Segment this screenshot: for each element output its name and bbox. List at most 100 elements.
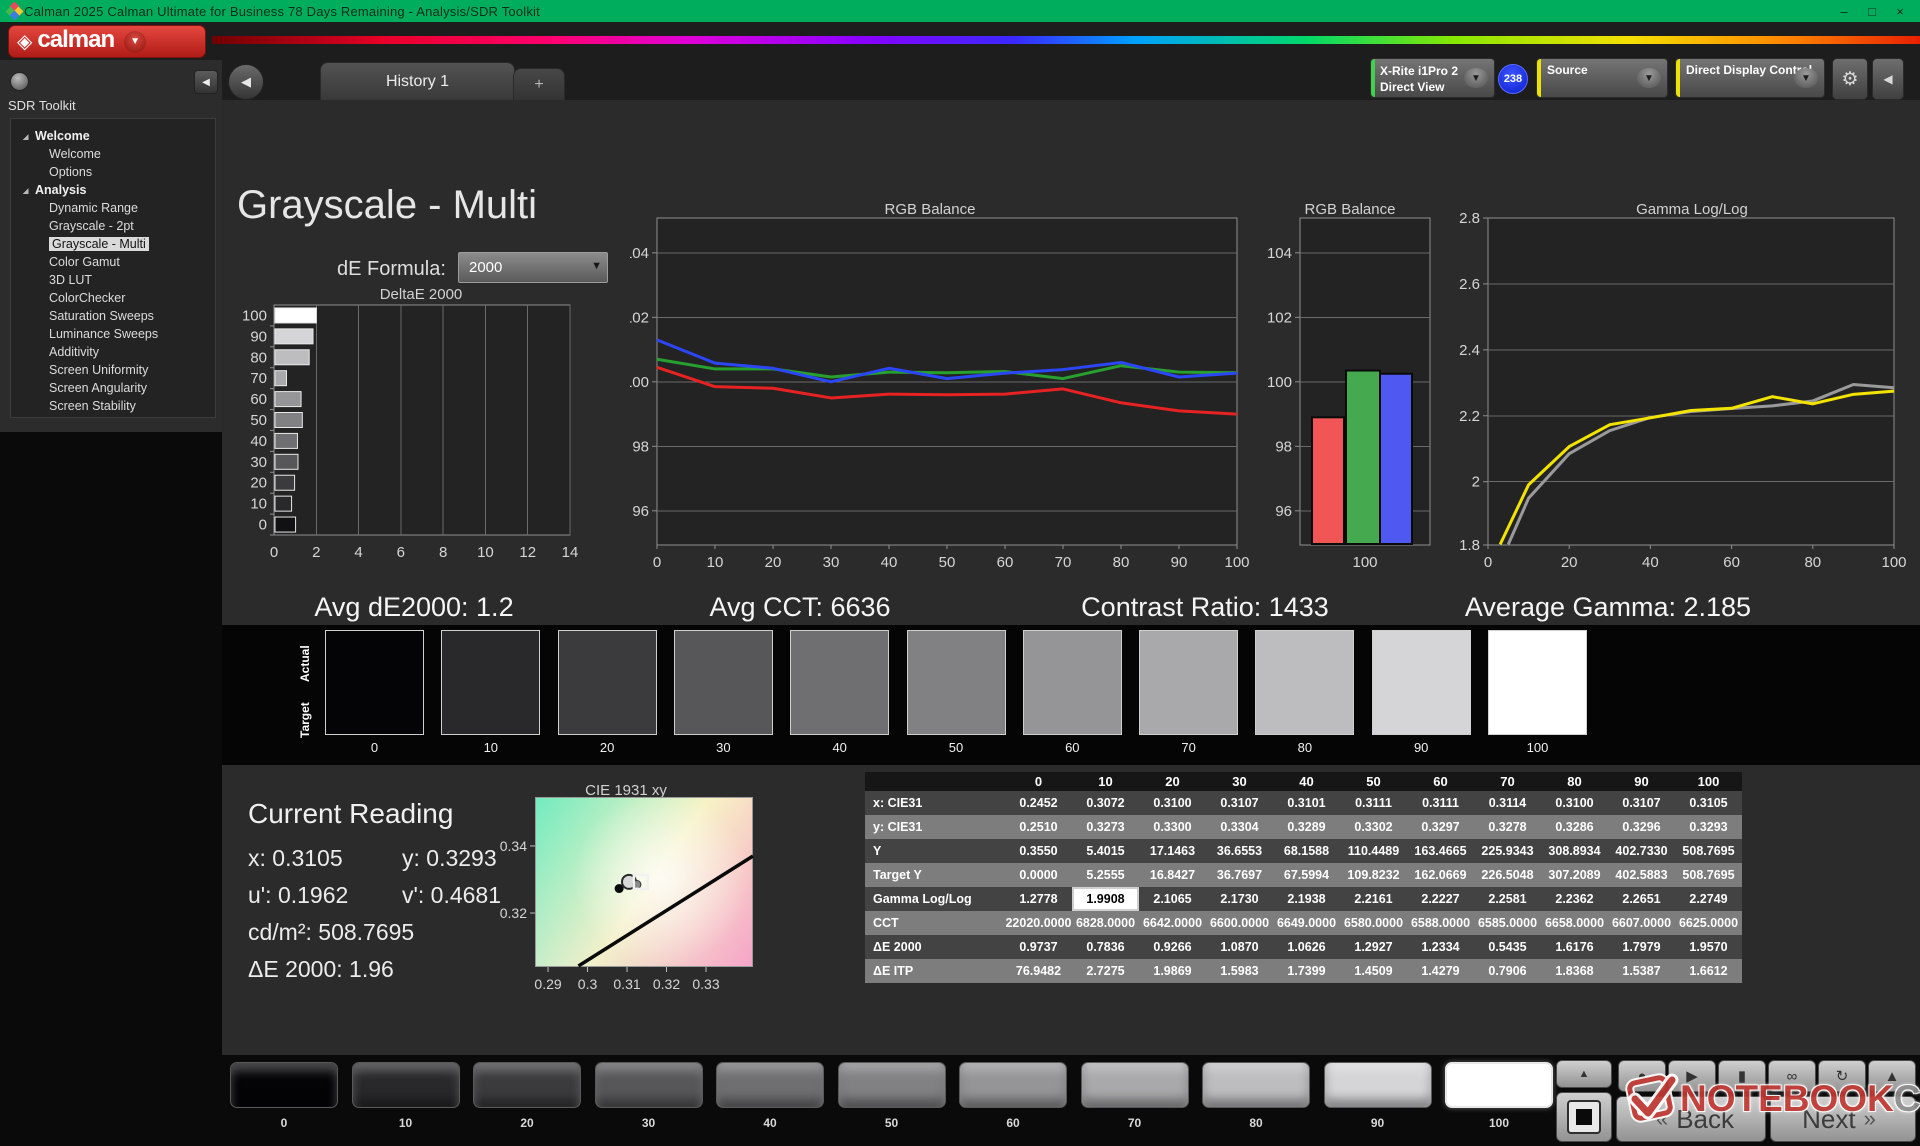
table-cell[interactable]: 1.2334 bbox=[1407, 935, 1474, 959]
meter-dropdown[interactable]: X-Rite i1Pro 2 Direct View ▼ bbox=[1370, 58, 1495, 98]
table-cell[interactable]: 162.0669 bbox=[1407, 863, 1474, 887]
table-cell[interactable]: 36.7697 bbox=[1206, 863, 1273, 887]
table-cell[interactable]: 1.8368 bbox=[1541, 959, 1608, 983]
table-cell[interactable]: 402.7330 bbox=[1608, 839, 1675, 863]
play-button[interactable]: ▶ bbox=[1668, 1060, 1716, 1092]
table-cell[interactable]: 1.5387 bbox=[1608, 959, 1675, 983]
table-cell[interactable]: 0.3101 bbox=[1273, 791, 1340, 815]
table-cell[interactable]: 0.7906 bbox=[1474, 959, 1541, 983]
table-cell[interactable]: 2.1938 bbox=[1273, 887, 1340, 911]
table-cell[interactable]: 0.3107 bbox=[1206, 791, 1273, 815]
tree-group-analysis[interactable]: ◢Analysis bbox=[11, 181, 215, 199]
table-cell[interactable]: 0.3100 bbox=[1139, 791, 1206, 815]
table-cell[interactable]: 1.4509 bbox=[1340, 959, 1407, 983]
table-cell[interactable]: 1.0870 bbox=[1206, 935, 1273, 959]
collapse-panel-button[interactable]: ◀ bbox=[1872, 58, 1904, 100]
record-button[interactable]: ● bbox=[1618, 1060, 1666, 1092]
back-button[interactable]: « Back bbox=[1616, 1096, 1766, 1142]
tab-history-1[interactable]: History 1 bbox=[320, 62, 515, 101]
table-cell[interactable]: 0.3289 bbox=[1273, 815, 1340, 839]
level-key-0[interactable] bbox=[230, 1062, 338, 1108]
table-cell[interactable]: 1.9908 bbox=[1072, 887, 1139, 911]
table-cell[interactable]: 0.3107 bbox=[1608, 791, 1675, 815]
next-button[interactable]: Next » bbox=[1770, 1096, 1916, 1142]
table-cell[interactable]: 1.9570 bbox=[1675, 935, 1742, 959]
sidebar-item-grayscale-multi[interactable]: Grayscale - Multi bbox=[11, 235, 215, 253]
sidebar-item-options[interactable]: Options bbox=[11, 163, 215, 181]
table-cell[interactable]: 0.2510 bbox=[1005, 815, 1072, 839]
table-cell[interactable]: 0.3105 bbox=[1675, 791, 1742, 815]
table-cell[interactable]: 307.2089 bbox=[1541, 863, 1608, 887]
sidebar-item-spectral-power-dist-[interactable]: Spectral Power Dist. bbox=[11, 415, 215, 418]
maximize-button[interactable]: □ bbox=[1858, 4, 1886, 19]
table-cell[interactable]: 0.9266 bbox=[1139, 935, 1206, 959]
sidebar-item-colorchecker[interactable]: ColorChecker bbox=[11, 289, 215, 307]
table-cell[interactable]: 17.1463 bbox=[1139, 839, 1206, 863]
tree-group-welcome[interactable]: ◢Welcome bbox=[11, 127, 215, 145]
table-cell[interactable]: 163.4665 bbox=[1407, 839, 1474, 863]
table-cell[interactable]: 6658.0000 bbox=[1541, 911, 1608, 935]
level-key-20[interactable] bbox=[473, 1062, 581, 1108]
level-key-100[interactable] bbox=[1445, 1062, 1553, 1108]
table-cell[interactable]: 0.0000 bbox=[1005, 863, 1072, 887]
table-cell[interactable]: 1.5983 bbox=[1206, 959, 1273, 983]
table-cell[interactable]: 0.3550 bbox=[1005, 839, 1072, 863]
table-cell[interactable]: 2.7275 bbox=[1072, 959, 1139, 983]
table-cell[interactable]: 1.2778 bbox=[1005, 887, 1072, 911]
display-control-dropdown[interactable]: Direct Display Control ▼ bbox=[1675, 58, 1825, 98]
table-cell[interactable]: 0.3297 bbox=[1407, 815, 1474, 839]
table-cell[interactable]: 2.2362 bbox=[1541, 887, 1608, 911]
table-cell[interactable]: 22020.0000 bbox=[1005, 911, 1072, 935]
table-cell[interactable]: 0.3114 bbox=[1474, 791, 1541, 815]
tab-scroll-left-button[interactable]: ◀ bbox=[228, 64, 264, 100]
table-cell[interactable]: 508.7695 bbox=[1675, 839, 1742, 863]
table-cell[interactable]: 0.3278 bbox=[1474, 815, 1541, 839]
calman-menu-button[interactable]: ◈ calman ▼ bbox=[8, 25, 206, 58]
table-cell[interactable]: 2.2651 bbox=[1608, 887, 1675, 911]
level-key-10[interactable] bbox=[352, 1062, 460, 1108]
table-cell[interactable]: 6585.0000 bbox=[1474, 911, 1541, 935]
table-cell[interactable]: 68.1588 bbox=[1273, 839, 1340, 863]
level-key-80[interactable] bbox=[1202, 1062, 1310, 1108]
de-formula-dropdown[interactable]: 2000 ▼ bbox=[458, 252, 608, 283]
level-key-70[interactable] bbox=[1081, 1062, 1189, 1108]
level-key-90[interactable] bbox=[1324, 1062, 1432, 1108]
close-button[interactable]: × bbox=[1886, 4, 1914, 19]
table-cell[interactable]: 0.3300 bbox=[1139, 815, 1206, 839]
table-cell[interactable]: 0.3111 bbox=[1340, 791, 1407, 815]
table-cell[interactable]: 0.3100 bbox=[1541, 791, 1608, 815]
table-cell[interactable]: 2.1065 bbox=[1139, 887, 1206, 911]
table-cell[interactable]: 1.9869 bbox=[1139, 959, 1206, 983]
level-key-50[interactable] bbox=[838, 1062, 946, 1108]
table-cell[interactable]: 0.3293 bbox=[1675, 815, 1742, 839]
table-cell[interactable]: 1.0626 bbox=[1273, 935, 1340, 959]
table-cell[interactable]: 110.4489 bbox=[1340, 839, 1407, 863]
table-cell[interactable]: 0.3072 bbox=[1072, 791, 1139, 815]
table-cell[interactable]: 0.3302 bbox=[1340, 815, 1407, 839]
table-cell[interactable]: 508.7695 bbox=[1675, 863, 1742, 887]
sidebar-item-luminance-sweeps[interactable]: Luminance Sweeps bbox=[11, 325, 215, 343]
up-button[interactable]: ▲ bbox=[1868, 1060, 1916, 1092]
table-cell[interactable]: 308.8934 bbox=[1541, 839, 1608, 863]
table-cell[interactable]: 0.7836 bbox=[1072, 935, 1139, 959]
level-key-60[interactable] bbox=[959, 1062, 1067, 1108]
table-cell[interactable]: 0.3111 bbox=[1407, 791, 1474, 815]
table-cell[interactable]: 2.2161 bbox=[1340, 887, 1407, 911]
table-cell[interactable]: 402.5883 bbox=[1608, 863, 1675, 887]
table-cell[interactable]: 0.3296 bbox=[1608, 815, 1675, 839]
stop-button[interactable] bbox=[1556, 1092, 1612, 1142]
table-cell[interactable]: 5.4015 bbox=[1072, 839, 1139, 863]
table-cell[interactable]: 1.7979 bbox=[1608, 935, 1675, 959]
table-cell[interactable]: 0.3304 bbox=[1206, 815, 1273, 839]
sidebar-status-orb[interactable] bbox=[10, 72, 29, 91]
sidebar-item-screen-uniformity[interactable]: Screen Uniformity bbox=[11, 361, 215, 379]
minimize-button[interactable]: – bbox=[1830, 4, 1858, 19]
table-cell[interactable]: 2.2227 bbox=[1407, 887, 1474, 911]
sidebar-item-3d-lut[interactable]: 3D LUT bbox=[11, 271, 215, 289]
sidebar-item-dynamic-range[interactable]: Dynamic Range bbox=[11, 199, 215, 217]
sidebar-item-screen-stability[interactable]: Screen Stability bbox=[11, 397, 215, 415]
table-cell[interactable]: 225.9343 bbox=[1474, 839, 1541, 863]
table-cell[interactable]: 1.6612 bbox=[1675, 959, 1742, 983]
sidebar-item-welcome[interactable]: Welcome bbox=[11, 145, 215, 163]
table-cell[interactable]: 109.8232 bbox=[1340, 863, 1407, 887]
